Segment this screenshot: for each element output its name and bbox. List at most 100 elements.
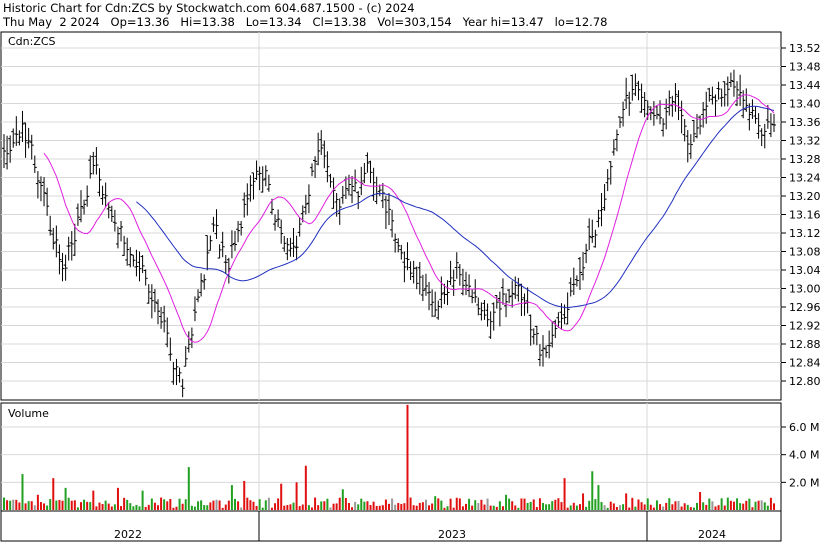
volume-bar xyxy=(147,504,150,510)
price-tick-label: 12.96 xyxy=(789,301,821,314)
volume-bar xyxy=(64,487,67,510)
volume-bar xyxy=(292,502,295,510)
volume-bar xyxy=(428,505,431,510)
volume-bar xyxy=(326,498,329,510)
volume-bar xyxy=(600,502,603,510)
volume-bar xyxy=(80,502,82,510)
x-label-2022: 2022 xyxy=(114,528,142,541)
volume-bar xyxy=(163,499,166,510)
volume-bar xyxy=(554,499,557,510)
volume-bar xyxy=(532,499,535,510)
volume-bar xyxy=(708,498,711,510)
volume-bar xyxy=(58,499,61,510)
volume-bar xyxy=(304,465,307,510)
volume-bar xyxy=(702,502,705,510)
volume-bar xyxy=(381,505,384,510)
volume-bar xyxy=(129,503,132,510)
volume-bar xyxy=(680,506,683,510)
volume-bar xyxy=(538,498,541,510)
volume-bar xyxy=(631,497,634,510)
volume-bar xyxy=(264,500,267,510)
volume-bar xyxy=(461,506,464,510)
volume-bar xyxy=(732,501,735,510)
price-tick-label: 13.08 xyxy=(789,246,821,259)
volume-bar xyxy=(569,505,572,510)
volume-bar xyxy=(606,507,609,510)
volume-bar xyxy=(560,502,563,510)
volume-bar xyxy=(637,499,640,510)
volume-bar xyxy=(138,506,141,510)
volume-bar xyxy=(622,504,625,510)
volume-bar xyxy=(615,507,618,510)
volume-bar xyxy=(338,497,341,510)
volume-bar xyxy=(289,504,292,510)
volume-bar xyxy=(625,493,628,510)
volume-bar xyxy=(495,506,498,510)
volume-bar xyxy=(585,506,588,510)
volume-bar xyxy=(224,504,227,510)
volume-bar xyxy=(769,497,772,510)
volume-bar xyxy=(757,500,760,510)
volume-bar xyxy=(449,498,452,510)
volume-bar xyxy=(286,505,289,510)
volume-bar xyxy=(261,507,264,510)
price-axis-ticks: 13.52 13.48 13.44 13.40 13.36 13.32 13.28 13.24… xyxy=(781,42,821,388)
volume-bar xyxy=(742,503,745,510)
volume-bar xyxy=(98,502,101,510)
volume-bar xyxy=(486,498,489,510)
volume-bar xyxy=(203,505,206,510)
volume-bar xyxy=(267,497,270,510)
volume-bar xyxy=(652,507,655,510)
volume-bar xyxy=(671,504,674,510)
price-tick-label: 13.16 xyxy=(789,209,821,222)
volume-bar xyxy=(274,503,277,510)
volume-bar xyxy=(748,498,751,510)
volume-bar xyxy=(551,501,554,510)
x-label-2023: 2023 xyxy=(438,528,466,541)
volume-bar xyxy=(520,498,523,510)
volume-bar xyxy=(307,505,310,510)
volume-bar xyxy=(332,503,335,510)
price-tick-label: 12.84 xyxy=(789,357,821,370)
price-tick-label: 13.32 xyxy=(789,135,821,148)
volume-bar xyxy=(388,503,390,510)
volume-bar xyxy=(458,498,461,510)
volume-bar xyxy=(424,499,427,510)
volume-bar xyxy=(397,503,400,510)
volume-bar xyxy=(575,505,578,510)
volume-bar xyxy=(591,471,594,510)
volume-bar xyxy=(440,500,443,510)
volume-bar xyxy=(255,505,258,510)
volume-bar xyxy=(646,498,649,510)
volume-bar xyxy=(135,504,138,510)
volume-bar xyxy=(178,498,181,510)
volume-bar xyxy=(431,503,434,510)
volume-tick-label: 4.0 M xyxy=(789,449,819,462)
volume-bar xyxy=(246,497,249,510)
volume-bar xyxy=(468,498,471,510)
volume-bar xyxy=(766,505,769,510)
price-tick-label: 13.24 xyxy=(789,172,821,185)
volume-bar xyxy=(372,501,375,510)
volume-bar xyxy=(298,506,301,510)
volume-bar xyxy=(212,500,215,510)
volume-bar xyxy=(354,501,357,510)
volume-bar xyxy=(283,505,286,510)
volume-bar xyxy=(27,501,30,510)
volume-bar xyxy=(166,501,169,510)
volume-bar xyxy=(3,497,5,510)
volume-bar xyxy=(323,501,326,510)
volume-bar xyxy=(474,500,477,510)
volume-bar xyxy=(144,506,147,510)
volume-bar xyxy=(252,501,255,510)
volume-bar xyxy=(729,500,732,510)
volume-bar xyxy=(739,503,742,510)
volume-bar xyxy=(197,501,200,510)
price-tick-label: 13.52 xyxy=(789,42,821,55)
volume-bar xyxy=(258,499,261,510)
volume-bar xyxy=(141,490,144,510)
volume-bar xyxy=(711,501,714,510)
volume-bar xyxy=(341,489,344,510)
volume-bar xyxy=(566,507,569,510)
price-tick-label: 13.20 xyxy=(789,190,821,203)
